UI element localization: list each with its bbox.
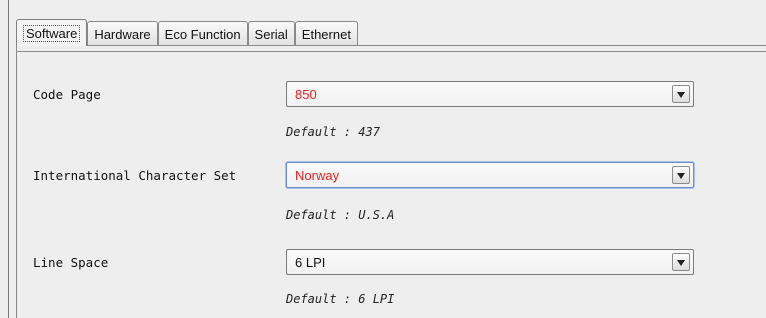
tab-software[interactable]: Software <box>16 19 88 46</box>
code-page-value: 850 <box>295 87 317 102</box>
intl-charset-select[interactable]: Norway <box>286 162 694 188</box>
tab-serial[interactable]: Serial <box>247 21 295 46</box>
chevron-down-icon[interactable] <box>672 85 690 103</box>
chevron-down-icon[interactable] <box>672 166 690 184</box>
code-page-label: Code Page <box>33 87 101 102</box>
tab-software-label: Software <box>23 24 81 42</box>
chevron-down-icon[interactable] <box>672 253 690 271</box>
tab-ethernet[interactable]: Ethernet <box>294 21 358 46</box>
line-space-label: Line Space <box>33 255 109 270</box>
intl-charset-label: International Character Set <box>33 168 237 183</box>
intl-charset-value: Norway <box>295 168 340 183</box>
line-space-select[interactable]: 6 LPI <box>286 249 694 275</box>
intl-charset-default: Default : U.S.A <box>286 208 395 222</box>
panel-top-border <box>16 51 766 52</box>
tab-strip: Software Hardware Eco Function Serial Et… <box>16 19 358 46</box>
code-page-default: Default : 437 <box>286 125 380 139</box>
tab-hardware[interactable]: Hardware <box>87 21 158 46</box>
line-space-value: 6 LPI <box>295 255 326 270</box>
panel-left-border <box>16 45 17 318</box>
tab-eco-function[interactable]: Eco Function <box>157 21 248 46</box>
tab-divider <box>16 45 766 46</box>
line-space-default: Default : 6 LPI <box>286 292 395 306</box>
code-page-select[interactable]: 850 <box>286 81 694 107</box>
